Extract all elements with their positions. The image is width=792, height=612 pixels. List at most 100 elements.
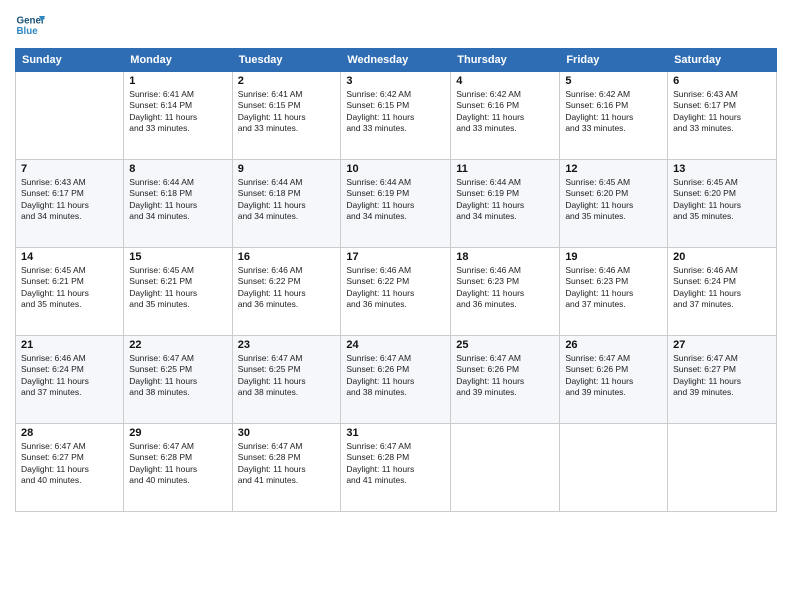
- header-day-friday: Friday: [560, 49, 668, 72]
- day-info: Sunrise: 6:47 AM Sunset: 6:28 PM Dayligh…: [238, 441, 336, 487]
- day-cell: 8Sunrise: 6:44 AM Sunset: 6:18 PM Daylig…: [124, 160, 232, 248]
- day-info: Sunrise: 6:43 AM Sunset: 6:17 PM Dayligh…: [673, 89, 771, 135]
- day-info: Sunrise: 6:46 AM Sunset: 6:22 PM Dayligh…: [346, 265, 445, 311]
- day-number: 31: [346, 427, 445, 439]
- day-cell: [560, 424, 668, 512]
- day-number: 16: [238, 251, 336, 263]
- week-row-4: 21Sunrise: 6:46 AM Sunset: 6:24 PM Dayli…: [16, 336, 777, 424]
- header-row: SundayMondayTuesdayWednesdayThursdayFrid…: [16, 49, 777, 72]
- day-info: Sunrise: 6:42 AM Sunset: 6:15 PM Dayligh…: [346, 89, 445, 135]
- day-number: 19: [565, 251, 662, 263]
- day-number: 28: [21, 427, 118, 439]
- day-info: Sunrise: 6:44 AM Sunset: 6:18 PM Dayligh…: [238, 177, 336, 223]
- day-cell: 22Sunrise: 6:47 AM Sunset: 6:25 PM Dayli…: [124, 336, 232, 424]
- day-number: 20: [673, 251, 771, 263]
- day-cell: [668, 424, 777, 512]
- day-cell: 1Sunrise: 6:41 AM Sunset: 6:14 PM Daylig…: [124, 72, 232, 160]
- day-info: Sunrise: 6:47 AM Sunset: 6:27 PM Dayligh…: [673, 353, 771, 399]
- day-number: 2: [238, 75, 336, 87]
- day-number: 13: [673, 163, 771, 175]
- day-number: 21: [21, 339, 118, 351]
- day-cell: 5 Sunrise: 6:42 AM Sunset: 6:16 PM Daylig…: [560, 72, 668, 160]
- day-info: Sunrise: 6:46 AM Sunset: 6:24 PM Dayligh…: [673, 265, 771, 311]
- day-cell: 13 Sunrise: 6:45 AM Sunset: 6:20 PM Dayli…: [668, 160, 777, 248]
- day-info: Sunrise: 6:42 AM Sunset: 6:16 PM Dayligh…: [565, 89, 662, 135]
- day-info: Sunrise: 6:47 AM Sunset: 6:27 PM Dayligh…: [21, 441, 118, 487]
- day-number: 15: [129, 251, 226, 263]
- day-number: 11: [456, 163, 554, 175]
- day-number: 12: [565, 163, 662, 175]
- day-info: Sunrise: 6:45 AM Sunset: 6:21 PM Dayligh…: [129, 265, 226, 311]
- day-cell: 29 Sunrise: 6:47 AM Sunset: 6:28 PM Dayli…: [124, 424, 232, 512]
- day-cell: 28 Sunrise: 6:47 AM Sunset: 6:27 PM Dayli…: [16, 424, 124, 512]
- page: General Blue SundayMondayTuesdayWednesda…: [0, 0, 792, 612]
- logo-icon: General Blue: [15, 10, 45, 40]
- day-info: Sunrise: 6:46 AM Sunset: 6:23 PM Dayligh…: [456, 265, 554, 311]
- header-day-wednesday: Wednesday: [341, 49, 451, 72]
- day-number: 22: [129, 339, 226, 351]
- day-cell: 26Sunrise: 6:47 AM Sunset: 6:26 PM Dayli…: [560, 336, 668, 424]
- day-cell: 10 Sunrise: 6:44 AM Sunset: 6:19 PM Dayli…: [341, 160, 451, 248]
- day-cell: 12Sunrise: 6:45 AM Sunset: 6:20 PM Dayli…: [560, 160, 668, 248]
- day-number: 25: [456, 339, 554, 351]
- day-info: Sunrise: 6:47 AM Sunset: 6:25 PM Dayligh…: [238, 353, 336, 399]
- header-day-tuesday: Tuesday: [232, 49, 341, 72]
- day-cell: 11 Sunrise: 6:44 AM Sunset: 6:19 PM Dayli…: [451, 160, 560, 248]
- header-day-monday: Monday: [124, 49, 232, 72]
- day-info: Sunrise: 6:42 AM Sunset: 6:16 PM Dayligh…: [456, 89, 554, 135]
- day-info: Sunrise: 6:45 AM Sunset: 6:21 PM Dayligh…: [21, 265, 118, 311]
- day-info: Sunrise: 6:44 AM Sunset: 6:19 PM Dayligh…: [346, 177, 445, 223]
- svg-text:Blue: Blue: [17, 26, 39, 37]
- day-info: Sunrise: 6:47 AM Sunset: 6:26 PM Dayligh…: [346, 353, 445, 399]
- header-day-sunday: Sunday: [16, 49, 124, 72]
- day-cell: 3 Sunrise: 6:42 AM Sunset: 6:15 PM Daylig…: [341, 72, 451, 160]
- header: General Blue: [15, 10, 777, 40]
- header-day-saturday: Saturday: [668, 49, 777, 72]
- header-day-thursday: Thursday: [451, 49, 560, 72]
- day-cell: 18Sunrise: 6:46 AM Sunset: 6:23 PM Dayli…: [451, 248, 560, 336]
- day-cell: 19Sunrise: 6:46 AM Sunset: 6:23 PM Dayli…: [560, 248, 668, 336]
- day-cell: 31Sunrise: 6:47 AM Sunset: 6:28 PM Dayli…: [341, 424, 451, 512]
- day-number: 9: [238, 163, 336, 175]
- day-number: 30: [238, 427, 336, 439]
- day-cell: 4 Sunrise: 6:42 AM Sunset: 6:16 PM Daylig…: [451, 72, 560, 160]
- day-number: 5: [565, 75, 662, 87]
- day-info: Sunrise: 6:45 AM Sunset: 6:20 PM Dayligh…: [673, 177, 771, 223]
- day-cell: 27 Sunrise: 6:47 AM Sunset: 6:27 PM Dayli…: [668, 336, 777, 424]
- day-cell: 21Sunrise: 6:46 AM Sunset: 6:24 PM Dayli…: [16, 336, 124, 424]
- day-number: 1: [129, 75, 226, 87]
- day-number: 27: [673, 339, 771, 351]
- day-cell: 15 Sunrise: 6:45 AM Sunset: 6:21 PM Dayli…: [124, 248, 232, 336]
- day-cell: 16 Sunrise: 6:46 AM Sunset: 6:22 PM Dayli…: [232, 248, 341, 336]
- day-cell: 9 Sunrise: 6:44 AM Sunset: 6:18 PM Daylig…: [232, 160, 341, 248]
- day-cell: 14 Sunrise: 6:45 AM Sunset: 6:21 PM Dayli…: [16, 248, 124, 336]
- week-row-2: 7Sunrise: 6:43 AM Sunset: 6:17 PM Daylig…: [16, 160, 777, 248]
- day-info: Sunrise: 6:46 AM Sunset: 6:22 PM Dayligh…: [238, 265, 336, 311]
- day-cell: 17 Sunrise: 6:46 AM Sunset: 6:22 PM Dayli…: [341, 248, 451, 336]
- day-number: 24: [346, 339, 445, 351]
- week-row-5: 28 Sunrise: 6:47 AM Sunset: 6:27 PM Dayli…: [16, 424, 777, 512]
- day-number: 23: [238, 339, 336, 351]
- day-number: 17: [346, 251, 445, 263]
- day-cell: 20 Sunrise: 6:46 AM Sunset: 6:24 PM Dayli…: [668, 248, 777, 336]
- day-cell: 23 Sunrise: 6:47 AM Sunset: 6:25 PM Dayli…: [232, 336, 341, 424]
- day-cell: 2 Sunrise: 6:41 AM Sunset: 6:15 PM Daylig…: [232, 72, 341, 160]
- day-cell: [16, 72, 124, 160]
- day-cell: 6 Sunrise: 6:43 AM Sunset: 6:17 PM Daylig…: [668, 72, 777, 160]
- day-number: 26: [565, 339, 662, 351]
- day-number: 3: [346, 75, 445, 87]
- day-number: 29: [129, 427, 226, 439]
- logo: General Blue: [15, 10, 45, 40]
- day-cell: 25 Sunrise: 6:47 AM Sunset: 6:26 PM Dayli…: [451, 336, 560, 424]
- day-cell: 7Sunrise: 6:43 AM Sunset: 6:17 PM Daylig…: [16, 160, 124, 248]
- day-number: 4: [456, 75, 554, 87]
- week-row-1: 1Sunrise: 6:41 AM Sunset: 6:14 PM Daylig…: [16, 72, 777, 160]
- day-info: Sunrise: 6:44 AM Sunset: 6:19 PM Dayligh…: [456, 177, 554, 223]
- day-number: 8: [129, 163, 226, 175]
- day-info: Sunrise: 6:41 AM Sunset: 6:15 PM Dayligh…: [238, 89, 336, 135]
- day-info: Sunrise: 6:47 AM Sunset: 6:26 PM Dayligh…: [456, 353, 554, 399]
- day-number: 14: [21, 251, 118, 263]
- day-number: 10: [346, 163, 445, 175]
- day-number: 6: [673, 75, 771, 87]
- day-info: Sunrise: 6:47 AM Sunset: 6:28 PM Dayligh…: [129, 441, 226, 487]
